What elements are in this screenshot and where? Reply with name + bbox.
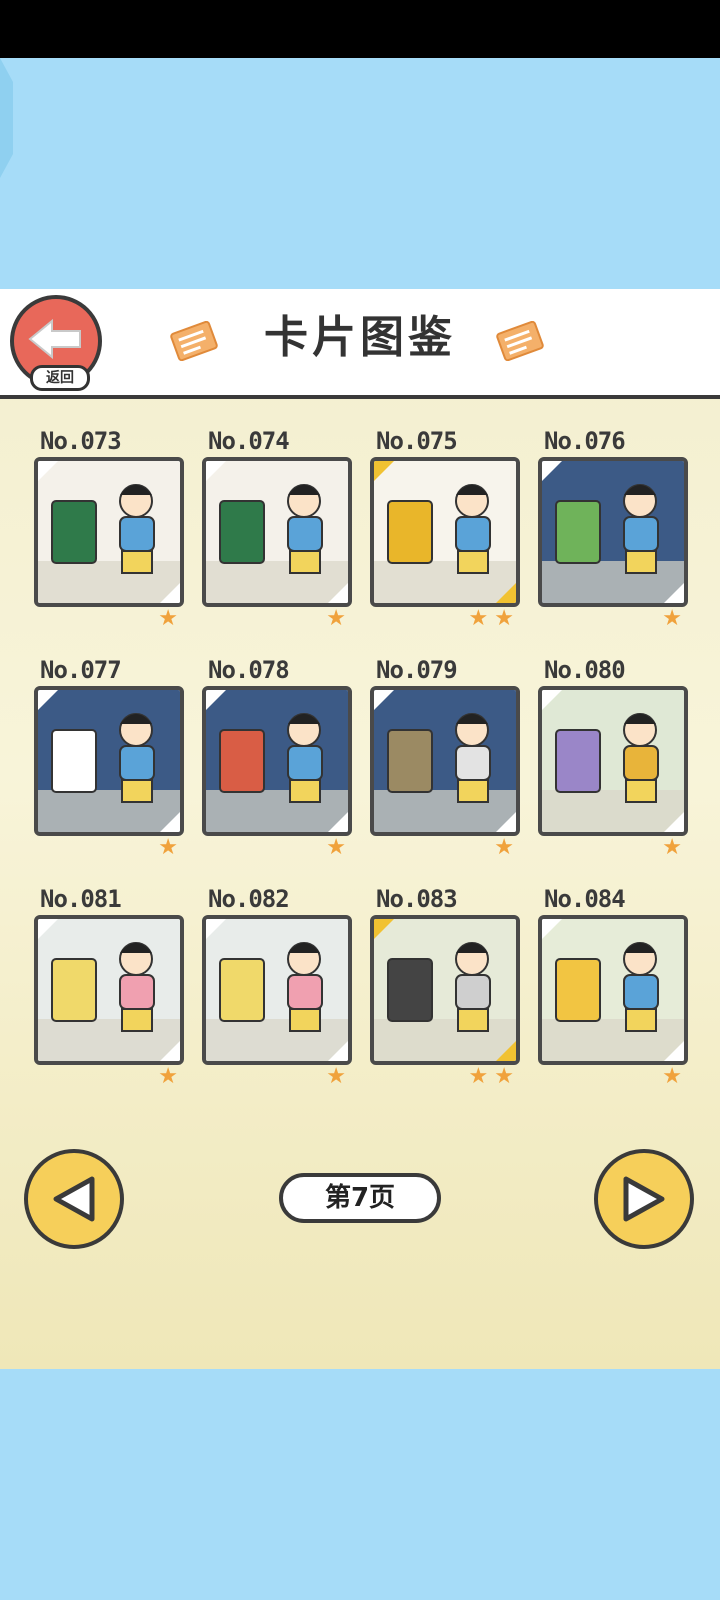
card-corner-top — [206, 690, 228, 712]
card-corner-bottom — [326, 581, 348, 603]
card-number: No.084 — [544, 885, 626, 913]
collection-card[interactable]: No.080 ★ — [538, 656, 688, 860]
card-rating: ★ — [494, 836, 514, 860]
card-illustration — [538, 457, 688, 607]
card-number: No.076 — [544, 427, 626, 455]
collection-card[interactable]: No.077 ★ — [34, 656, 184, 860]
card-corner-top — [374, 919, 396, 941]
card-corner-bottom — [158, 581, 180, 603]
card-illustration — [34, 686, 184, 836]
card-number: No.073 — [40, 427, 122, 455]
card-rating: ★ — [158, 607, 178, 631]
card-rating: ★ — [158, 1065, 178, 1089]
star-icon: ★ — [326, 835, 346, 860]
side-tab — [0, 58, 13, 178]
card-corner-top — [38, 919, 60, 941]
collection-card[interactable]: No.084 ★ — [538, 885, 688, 1089]
card-number: No.075 — [376, 427, 458, 455]
collection-card[interactable]: No.082 ★ — [202, 885, 352, 1089]
card-number: No.082 — [208, 885, 290, 913]
star-icon: ★ — [158, 606, 178, 631]
collection-card[interactable]: No.075 ★ ★ — [370, 427, 520, 631]
star-icon: ★ — [158, 1064, 178, 1089]
star-icon: ★ — [662, 1064, 682, 1089]
card-corner-bottom — [662, 581, 684, 603]
star-icon: ★ — [326, 1064, 346, 1089]
collection-card[interactable]: No.079 ★ — [370, 656, 520, 860]
card-corner-top — [374, 461, 396, 483]
card-number: No.078 — [208, 656, 290, 684]
card-corner-bottom — [494, 810, 516, 832]
card-rating: ★ — [158, 836, 178, 860]
collection-card[interactable]: No.076 ★ — [538, 427, 688, 631]
card-illustration — [34, 915, 184, 1065]
card-collection-panel: 返回 卡片图鉴 No.073 ★ No.074 ★ No.075 ★ ★ No.076 ★ No.… — [0, 289, 720, 1369]
card-corner-top — [206, 919, 228, 941]
card-number: No.079 — [376, 656, 458, 684]
collection-card[interactable]: No.074 ★ — [202, 427, 352, 631]
card-corner-bottom — [326, 810, 348, 832]
card-number: No.080 — [544, 656, 626, 684]
collection-card[interactable]: No.073 ★ — [34, 427, 184, 631]
page-indicator: 第7页 — [279, 1173, 441, 1223]
card-illustration — [538, 915, 688, 1065]
card-illustration — [370, 915, 520, 1065]
card-number: No.081 — [40, 885, 122, 913]
card-illustration — [370, 457, 520, 607]
card-illustration — [370, 686, 520, 836]
card-corner-top — [206, 461, 228, 483]
card-rating: ★ ★ — [469, 607, 514, 631]
card-grid: No.073 ★ No.074 ★ No.075 ★ ★ No.076 ★ No.077 ★ No.0… — [0, 289, 720, 1089]
status-bar — [0, 0, 720, 58]
card-number: No.077 — [40, 656, 122, 684]
collection-card[interactable]: No.081 ★ — [34, 885, 184, 1089]
star-icon: ★ — [494, 835, 514, 860]
card-illustration — [34, 457, 184, 607]
card-corner-bottom — [326, 1039, 348, 1061]
card-corner-top — [542, 690, 564, 712]
star-icon: ★ — [158, 835, 178, 860]
card-corner-bottom — [494, 1039, 516, 1061]
star-icon: ★ — [662, 835, 682, 860]
card-illustration — [202, 457, 352, 607]
next-arrow-icon — [623, 1176, 665, 1222]
card-corner-bottom — [494, 581, 516, 603]
card-number: No.074 — [208, 427, 290, 455]
star-icon: ★ — [494, 1064, 514, 1089]
card-illustration — [202, 915, 352, 1065]
card-corner-bottom — [158, 1039, 180, 1061]
card-number: No.083 — [376, 885, 458, 913]
card-illustration — [538, 686, 688, 836]
prev-arrow-icon — [53, 1176, 95, 1222]
collection-card[interactable]: No.078 ★ — [202, 656, 352, 860]
prev-page-button[interactable] — [24, 1149, 124, 1249]
collection-card[interactable]: No.083 ★ ★ — [370, 885, 520, 1089]
card-corner-bottom — [662, 810, 684, 832]
star-icon: ★ — [494, 606, 514, 631]
star-icon: ★ — [468, 1064, 489, 1089]
card-rating: ★ — [662, 607, 682, 631]
star-icon: ★ — [326, 606, 346, 631]
card-corner-top — [542, 461, 564, 483]
card-corner-top — [38, 461, 60, 483]
next-page-button[interactable] — [594, 1149, 694, 1249]
card-corner-bottom — [158, 810, 180, 832]
card-rating: ★ ★ — [469, 1065, 514, 1089]
card-rating: ★ — [326, 1065, 346, 1089]
star-icon: ★ — [468, 606, 489, 631]
card-rating: ★ — [326, 607, 346, 631]
card-rating: ★ — [662, 1065, 682, 1089]
card-corner-top — [374, 690, 396, 712]
card-corner-top — [38, 690, 60, 712]
star-icon: ★ — [662, 606, 682, 631]
card-corner-top — [542, 919, 564, 941]
card-corner-bottom — [662, 1039, 684, 1061]
card-illustration — [202, 686, 352, 836]
card-rating: ★ — [326, 836, 346, 860]
card-rating: ★ — [662, 836, 682, 860]
